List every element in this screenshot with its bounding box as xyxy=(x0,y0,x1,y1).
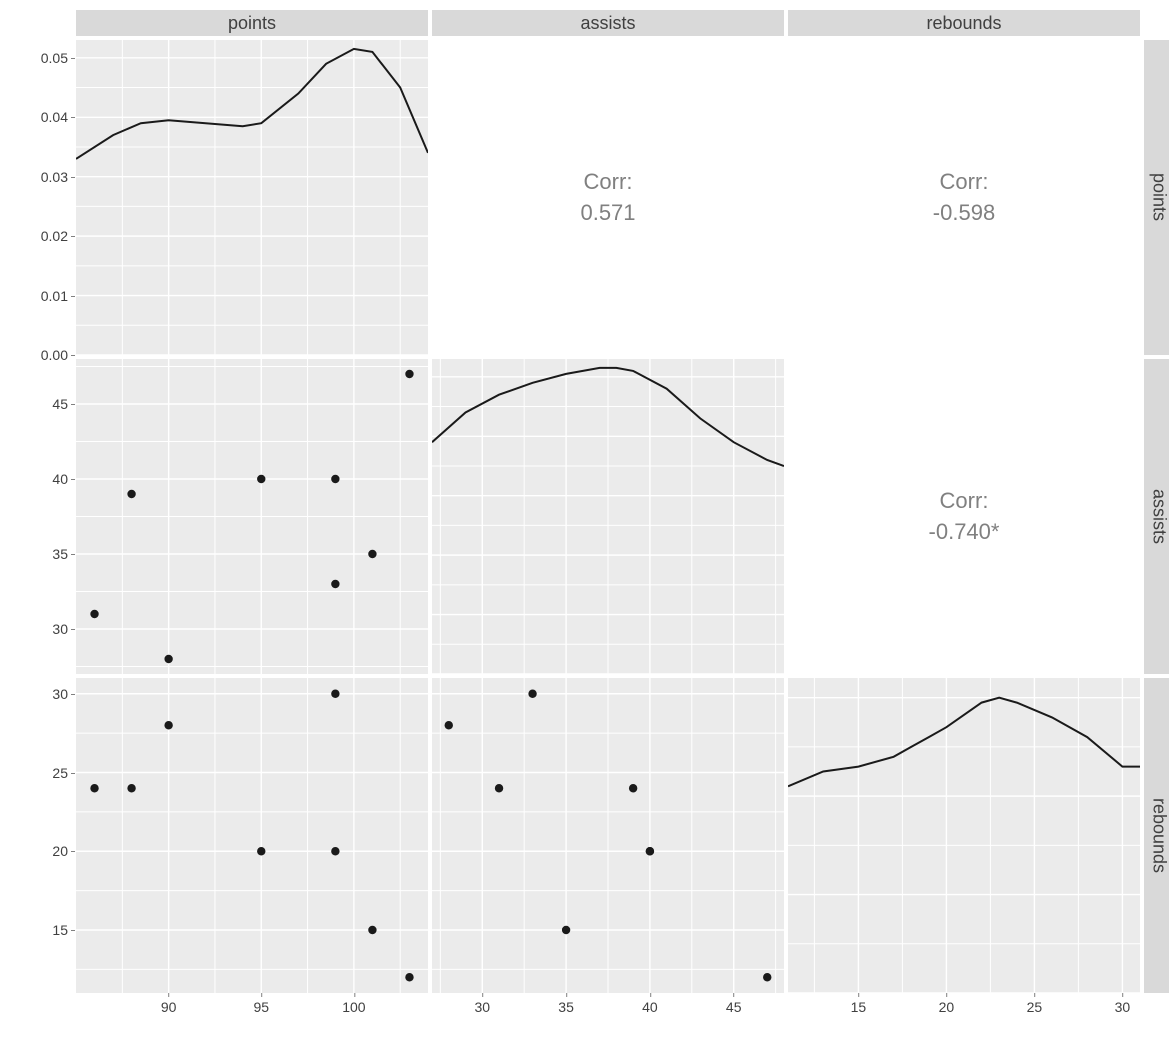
xtick: 95 xyxy=(253,999,269,1015)
ytick: 40 xyxy=(52,471,68,487)
ytick: 20 xyxy=(52,843,68,859)
panel-corr-points-rebounds: Corr: -0.598 xyxy=(788,40,1140,355)
ytick: 0.01 xyxy=(41,288,68,304)
col-strip-assists: assists xyxy=(432,10,784,36)
xtick: 45 xyxy=(726,999,742,1015)
ytick: 35 xyxy=(52,546,68,562)
xtick: 35 xyxy=(558,999,574,1015)
ytick: 15 xyxy=(52,922,68,938)
corner-bl xyxy=(10,997,72,1027)
yaxis-points-density: 0.000.010.020.030.040.05 xyxy=(10,40,72,355)
corr-text: Corr: -0.598 xyxy=(788,40,1140,355)
corr-value: -0.598 xyxy=(933,198,995,229)
xtick: 90 xyxy=(161,999,177,1015)
ytick: 0.05 xyxy=(41,50,68,66)
corner-tl xyxy=(10,10,72,36)
ytick: 30 xyxy=(52,686,68,702)
panel-corr-points-assists: Corr: 0.571 xyxy=(432,40,784,355)
row-strip-points: points xyxy=(1144,40,1169,355)
xaxis-assists: 30 35 40 45 xyxy=(432,997,784,1027)
corr-label: Corr: xyxy=(940,486,989,517)
panel-density-rebounds xyxy=(788,678,1140,993)
xtick: 25 xyxy=(1027,999,1043,1015)
ytick: 0.04 xyxy=(41,109,68,125)
corr-text: Corr: -0.740* xyxy=(788,359,1140,674)
xtick: 15 xyxy=(851,999,867,1015)
yaxis-assists: 30 35 40 45 xyxy=(10,359,72,674)
ytick: 0.03 xyxy=(41,169,68,185)
ytick: 30 xyxy=(52,621,68,637)
xtick: 100 xyxy=(342,999,365,1015)
panel-scatter-assists-vs-points xyxy=(76,359,428,674)
corr-value: -0.740* xyxy=(929,517,1000,548)
corner-br xyxy=(1144,997,1169,1027)
pairs-plot: points assists rebounds 0.000.010.020.03… xyxy=(10,10,1162,1027)
col-strip-rebounds: rebounds xyxy=(788,10,1140,36)
col-strip-points: points xyxy=(76,10,428,36)
xtick: 30 xyxy=(1115,999,1131,1015)
panel-scatter-rebounds-vs-points xyxy=(76,678,428,993)
corner-tr xyxy=(1144,10,1169,36)
corr-value: 0.571 xyxy=(580,198,635,229)
ytick: 45 xyxy=(52,396,68,412)
panel-density-points xyxy=(76,40,428,355)
ytick: 0.02 xyxy=(41,228,68,244)
corr-text: Corr: 0.571 xyxy=(432,40,784,355)
xtick: 30 xyxy=(474,999,490,1015)
panel-density-assists xyxy=(432,359,784,674)
panel-scatter-rebounds-vs-assists xyxy=(432,678,784,993)
row-strip-rebounds: rebounds xyxy=(1144,678,1169,993)
yaxis-rebounds: 15 20 25 30 xyxy=(10,678,72,993)
corr-label: Corr: xyxy=(584,167,633,198)
xaxis-points: 90 95 100 xyxy=(76,997,428,1027)
xtick: 20 xyxy=(939,999,955,1015)
xtick: 40 xyxy=(642,999,658,1015)
xaxis-rebounds: 15 20 25 30 xyxy=(788,997,1140,1027)
corr-label: Corr: xyxy=(940,167,989,198)
ytick: 25 xyxy=(52,765,68,781)
panel-corr-assists-rebounds: Corr: -0.740* xyxy=(788,359,1140,674)
row-strip-assists: assists xyxy=(1144,359,1169,674)
